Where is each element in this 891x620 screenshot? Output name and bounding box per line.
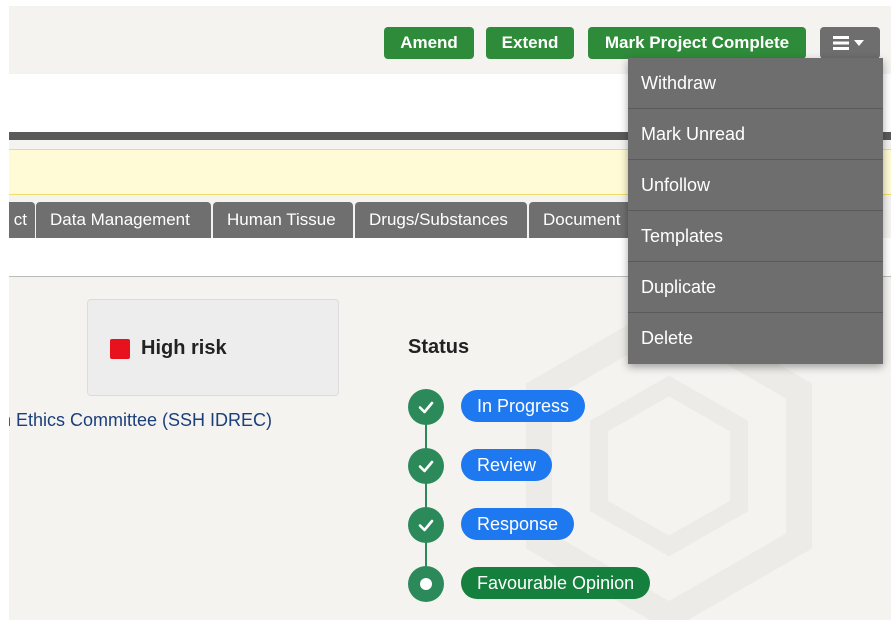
menu-item-templates[interactable]: Templates xyxy=(628,211,883,262)
check-icon xyxy=(418,519,434,532)
actions-dropdown-menu: Withdraw Mark Unread Unfollow Templates … xyxy=(628,58,883,364)
menu-item-withdraw[interactable]: Withdraw xyxy=(628,58,883,109)
check-icon xyxy=(418,401,434,414)
status-timeline-line xyxy=(425,416,427,580)
amend-button[interactable]: Amend xyxy=(384,27,474,59)
status-pill-in-progress: In Progress xyxy=(461,390,586,422)
menu-item-delete[interactable]: Delete xyxy=(628,313,883,364)
mark-project-complete-button[interactable]: Mark Project Complete xyxy=(588,27,806,59)
menu-item-mark-unread[interactable]: Mark Unread xyxy=(628,109,883,160)
actions-menu-button[interactable] xyxy=(820,27,880,59)
hamburger-caret-icon xyxy=(833,36,864,50)
risk-panel: High risk xyxy=(87,299,339,396)
risk-color-indicator xyxy=(110,339,130,359)
menu-item-unfollow[interactable]: Unfollow xyxy=(628,160,883,211)
tab-data-management[interactable]: Data Management xyxy=(36,202,211,238)
risk-label: High risk xyxy=(141,337,227,359)
committee-link[interactable]: n Ethics Committee (SSH IDREC) xyxy=(9,410,272,431)
status-pill-favourable-opinion: Favourable Opinion xyxy=(461,567,651,599)
step-done-icon xyxy=(408,448,444,484)
page: Amend Extend Mark Project Complete ct Da… xyxy=(9,6,891,620)
menu-item-duplicate[interactable]: Duplicate xyxy=(628,262,883,313)
status-heading: Status xyxy=(408,336,470,358)
check-icon xyxy=(418,460,434,473)
step-done-icon xyxy=(408,507,444,543)
tab-human-tissue[interactable]: Human Tissue xyxy=(213,202,353,238)
step-done-icon xyxy=(408,389,444,425)
status-pill-review: Review xyxy=(461,449,553,481)
status-pill-response: Response xyxy=(461,508,575,540)
tab-project[interactable]: ct xyxy=(9,202,35,238)
tab-drugs-substances[interactable]: Drugs/Substances xyxy=(355,202,527,238)
extend-button[interactable]: Extend xyxy=(486,27,574,59)
step-current-icon xyxy=(408,566,444,602)
current-dot-icon xyxy=(420,578,432,590)
